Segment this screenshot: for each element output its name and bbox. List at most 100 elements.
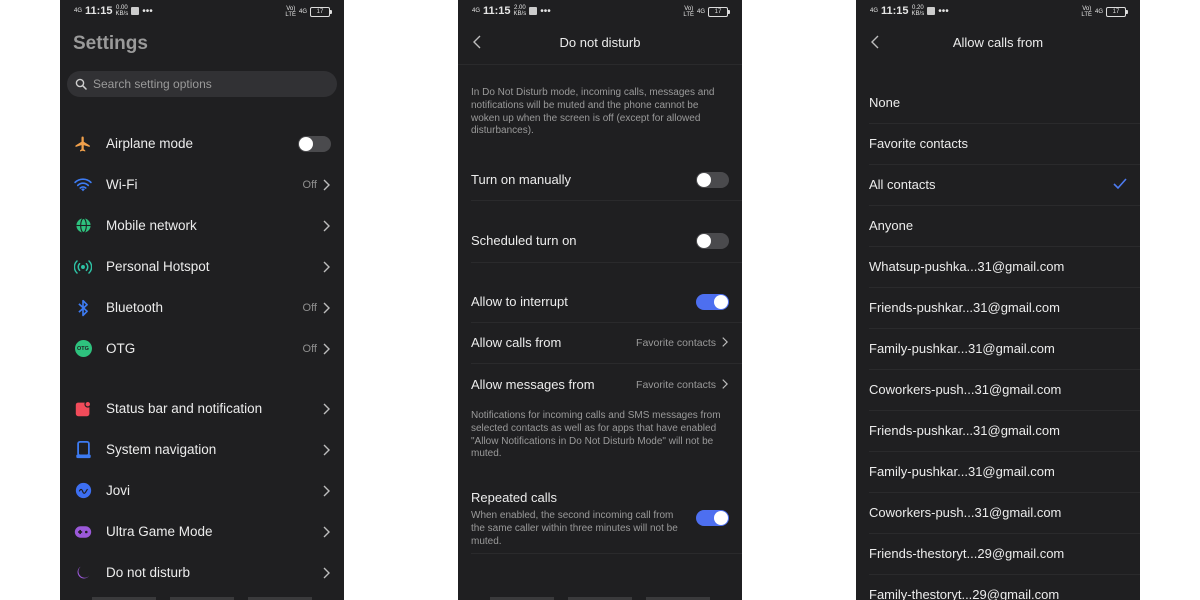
- otg-status: Off: [302, 342, 317, 355]
- settings-item-label: Personal Hotspot: [106, 259, 210, 274]
- allow-calls-from-row[interactable]: Allow calls from Favorite contacts: [458, 322, 742, 363]
- wifi-icon: [74, 176, 92, 194]
- settings-item-personal-hotspot[interactable]: Personal Hotspot: [60, 246, 344, 287]
- moon-icon: [74, 564, 92, 582]
- checkmark-icon: [1113, 178, 1127, 190]
- repeated-calls-description: When enabled, the second incoming call f…: [471, 510, 678, 547]
- option-label: Whatsup-pushka...31@gmail.com: [869, 259, 1065, 274]
- settings-item-ultra-game-mode[interactable]: Ultra Game Mode: [60, 511, 344, 552]
- allow-messages-from-row[interactable]: Allow messages from Favorite contacts: [458, 364, 742, 405]
- chevron-right-icon: [323, 526, 330, 537]
- network-generation: 4G: [696, 9, 705, 15]
- chevron-right-icon: [722, 379, 728, 389]
- notification-status-icon: [529, 7, 538, 15]
- globe-icon: [74, 217, 92, 235]
- turn-on-manually-row[interactable]: Turn on manually: [458, 159, 742, 200]
- settings-item-label: Do not disturb: [106, 565, 191, 580]
- option-contact-group[interactable]: Family-pushkar...31@gmail.com: [856, 451, 1140, 492]
- chevron-right-icon: [323, 403, 330, 414]
- battery-icon: 17: [708, 7, 730, 17]
- chevron-right-icon: [323, 179, 330, 190]
- option-all-contacts[interactable]: All contacts: [856, 164, 1140, 205]
- status-time: 11:15: [881, 5, 909, 17]
- option-contact-group[interactable]: Family-pushkar...31@gmail.com: [856, 328, 1140, 369]
- allow-calls-from-screen: 4G 11:15 0.20 KB/s ••• Vo) LTE 4G 17 Allow…: [856, 0, 1140, 600]
- allow-to-interrupt-row[interactable]: Allow to interrupt: [458, 281, 742, 322]
- chevron-right-icon: [323, 220, 330, 231]
- option-label: Coworkers-push...31@gmail.com: [869, 505, 1062, 520]
- allow-calls-from-value: Favorite contacts: [636, 337, 716, 349]
- settings-item-airplane-mode[interactable]: Airplane mode: [60, 123, 344, 164]
- option-label: Favorite contacts: [869, 136, 968, 151]
- option-label: Friends-pushkar...31@gmail.com: [869, 300, 1060, 315]
- option-contact-group[interactable]: Coworkers-push...31@gmail.com: [856, 369, 1140, 410]
- chevron-right-icon: [722, 337, 728, 347]
- turn-on-manually-toggle[interactable]: [696, 172, 729, 188]
- signal-indicator: 4G: [472, 8, 481, 14]
- option-label: Family-pushkar...31@gmail.com: [869, 341, 1055, 356]
- settings-item-mobile-network[interactable]: Mobile network: [60, 205, 344, 246]
- option-label: Friends-pushkar...31@gmail.com: [869, 423, 1060, 438]
- settings-item-otg[interactable]: OTG OTG Off: [60, 328, 344, 369]
- network-type: Vo) LTE: [285, 6, 296, 18]
- settings-item-label: OTG: [106, 341, 136, 356]
- settings-item-label: System navigation: [106, 442, 217, 457]
- navigation-icon: [74, 440, 92, 459]
- settings-item-bluetooth[interactable]: Bluetooth Off: [60, 287, 344, 328]
- status-time: 11:15: [483, 5, 511, 17]
- option-contact-group[interactable]: Coworkers-push...31@gmail.com: [856, 492, 1140, 533]
- allow-messages-from-label: Allow messages from: [471, 377, 595, 392]
- settings-item-label: Wi-Fi: [106, 177, 138, 192]
- settings-item-wifi[interactable]: Wi-Fi Off: [60, 164, 344, 205]
- option-anyone[interactable]: Anyone: [856, 205, 1140, 246]
- page-title: Settings: [73, 33, 148, 54]
- option-contact-group[interactable]: Family-thestoryt...29@gmail.com: [856, 574, 1140, 600]
- search-input[interactable]: Search setting options: [67, 71, 337, 97]
- chevron-right-icon: [323, 485, 330, 496]
- option-label: All contacts: [869, 177, 936, 192]
- status-time: 11:15: [85, 5, 113, 17]
- status-bar: 4G 11:15 0.00 KB/s ••• Vo) LTE 4G 17: [60, 0, 344, 24]
- network-type: Vo) LTE: [683, 6, 694, 18]
- repeated-calls-toggle[interactable]: [696, 510, 729, 526]
- option-none[interactable]: None: [856, 82, 1140, 123]
- scheduled-turn-on-toggle[interactable]: [696, 233, 729, 249]
- settings-item-status-bar-notification[interactable]: Status bar and notification: [60, 388, 344, 429]
- settings-item-label: Status bar and notification: [106, 401, 263, 416]
- battery-icon: 17: [1106, 7, 1128, 17]
- option-contact-group[interactable]: Friends-thestoryt...29@gmail.com: [856, 533, 1140, 574]
- option-label: Anyone: [869, 218, 914, 233]
- scheduled-turn-on-label: Scheduled turn on: [471, 233, 577, 248]
- settings-item-label: Jovi: [106, 483, 131, 498]
- option-label: Coworkers-push...31@gmail.com: [869, 382, 1062, 397]
- settings-item-jovi[interactable]: Jovi: [60, 470, 344, 511]
- settings-screen: 4G 11:15 0.00 KB/s ••• Vo) LTE 4G 17 Setti…: [60, 0, 344, 600]
- notifications-note: Notifications for incoming calls and SMS…: [471, 410, 721, 460]
- gamepad-icon: [74, 523, 92, 541]
- header-divider: [458, 64, 742, 65]
- settings-item-system-navigation[interactable]: System navigation: [60, 429, 344, 470]
- status-bar: 4G 11:15 0.20 KB/s ••• Vo) LTE 4G 17: [856, 0, 1140, 24]
- option-contact-group[interactable]: Friends-pushkar...31@gmail.com: [856, 410, 1140, 451]
- option-favorite-contacts[interactable]: Favorite contacts: [856, 123, 1140, 164]
- notification-status-icon: [131, 7, 140, 15]
- chevron-right-icon: [323, 567, 330, 578]
- page-title: Do not disturb: [559, 35, 641, 50]
- more-notifications-icon: •••: [142, 5, 153, 17]
- option-label: Family-pushkar...31@gmail.com: [869, 464, 1055, 479]
- hotspot-icon: [74, 258, 92, 276]
- battery-icon: 17: [310, 7, 332, 17]
- more-notifications-icon: •••: [938, 5, 949, 17]
- repeated-calls-row[interactable]: Repeated calls When enabled, the second …: [458, 478, 742, 552]
- option-contact-group[interactable]: Whatsup-pushka...31@gmail.com: [856, 246, 1140, 287]
- airplane-mode-toggle[interactable]: [298, 136, 331, 152]
- notification-icon: [74, 400, 92, 418]
- scheduled-turn-on-row[interactable]: Scheduled turn on: [458, 220, 742, 261]
- chevron-right-icon: [323, 343, 330, 354]
- allow-to-interrupt-toggle[interactable]: [696, 294, 729, 310]
- option-contact-group[interactable]: Friends-pushkar...31@gmail.com: [856, 287, 1140, 328]
- network-generation: 4G: [1094, 9, 1103, 15]
- signal-indicator: 4G: [74, 8, 83, 14]
- settings-item-do-not-disturb[interactable]: Do not disturb: [60, 552, 344, 593]
- status-bar: 4G 11:15 2.00 KB/s ••• Vo) LTE 4G 17: [458, 0, 742, 24]
